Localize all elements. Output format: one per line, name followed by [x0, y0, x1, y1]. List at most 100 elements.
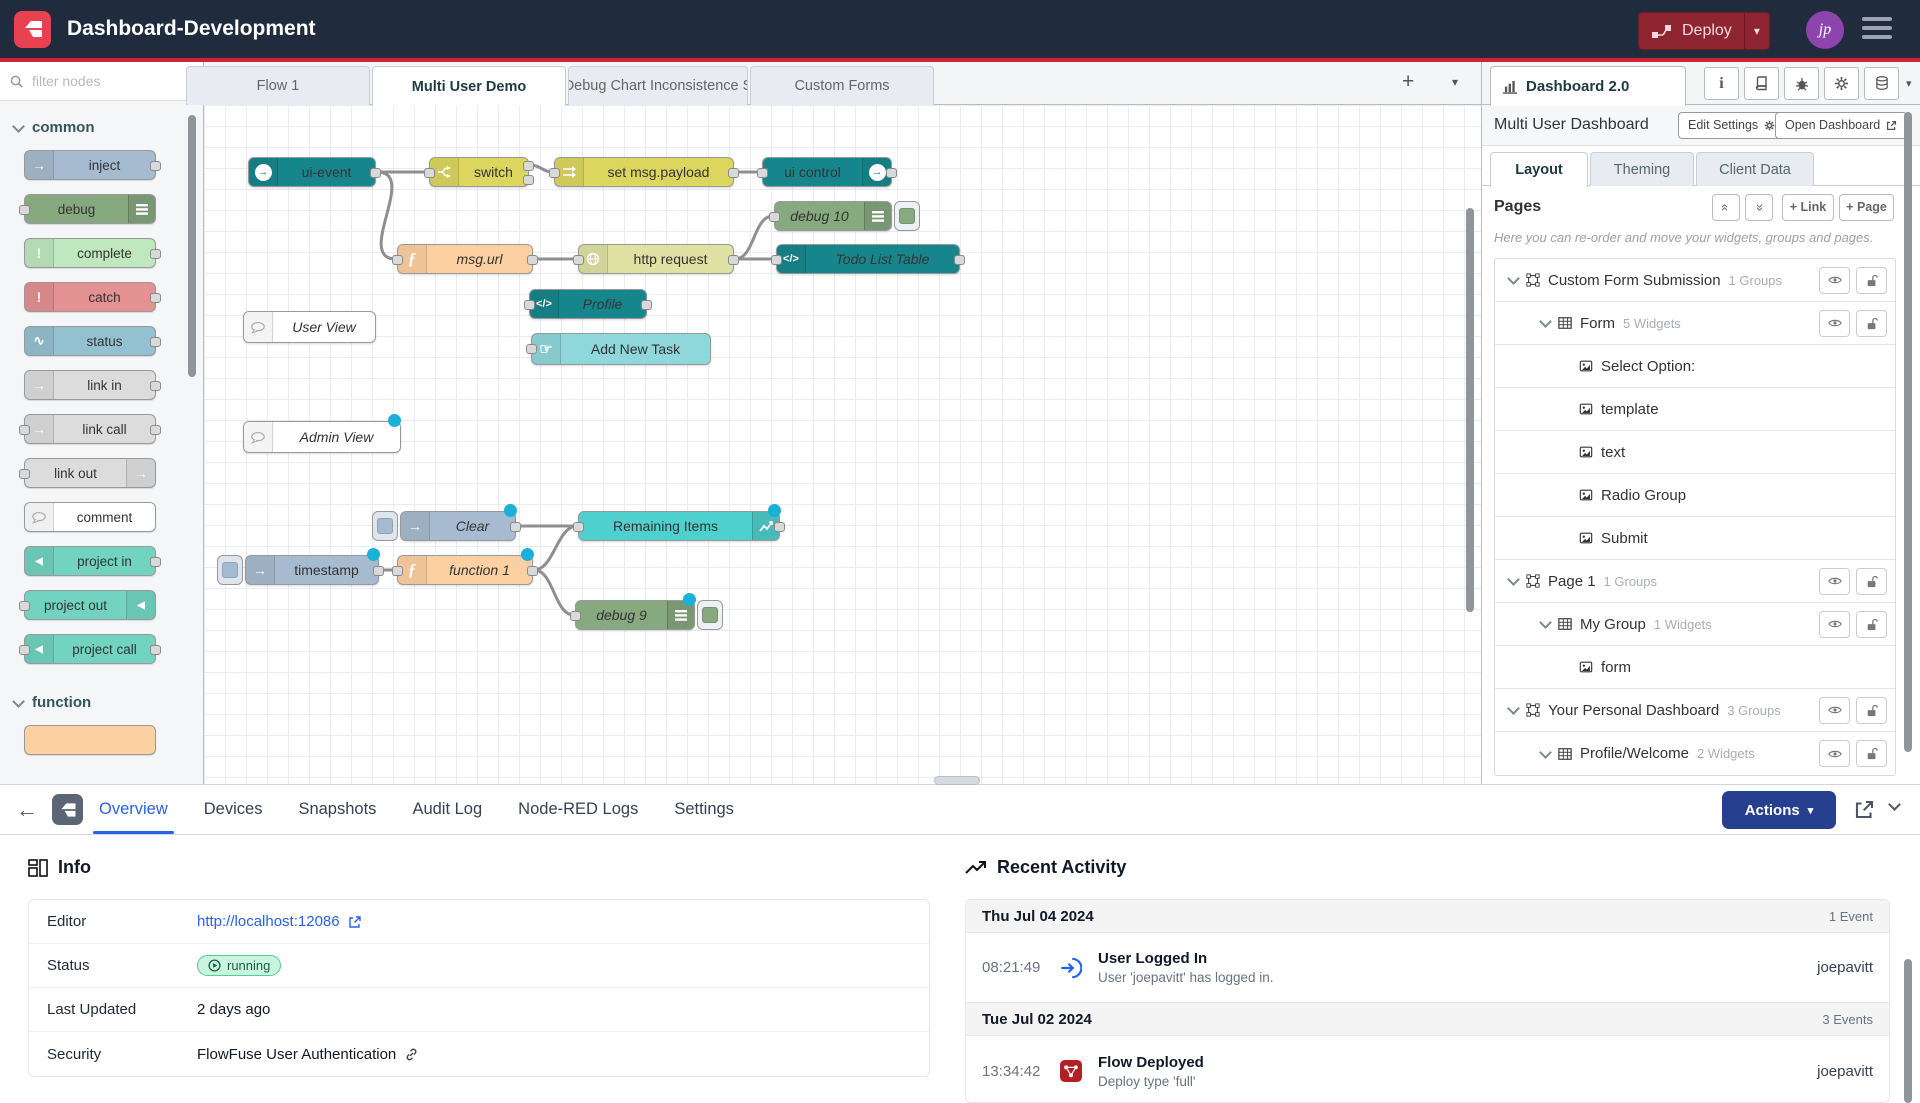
add-link-button[interactable]: + Link — [1782, 194, 1834, 221]
node-timestamp-inject[interactable]: → timestamp — [245, 555, 379, 585]
chevron-down-icon[interactable] — [1539, 746, 1552, 759]
chevron-down-icon[interactable] — [1539, 315, 1552, 328]
node-remaining-items-chart[interactable]: Remaining Items — [578, 511, 780, 541]
node-set-msg-payload[interactable]: set msg.payload — [554, 157, 734, 187]
palette-node-project-in[interactable]: ◀ project in — [24, 546, 156, 576]
palette-scrollbar[interactable] — [188, 115, 196, 377]
activity-event-row[interactable]: 08:21:49 User Logged In User 'joepavitt'… — [966, 933, 1889, 1003]
node-comment-admin-view[interactable]: Admin View — [243, 421, 401, 453]
lock-button[interactable] — [1856, 310, 1887, 337]
tree-row-widget[interactable]: template — [1495, 388, 1895, 431]
flowfuse-logo-icon[interactable] — [14, 11, 51, 48]
tree-row-widget[interactable]: text — [1495, 431, 1895, 474]
expand-all-button[interactable]: « — [1745, 194, 1773, 221]
context-data-button[interactable] — [1864, 67, 1899, 100]
tree-row-page[interactable]: Page 11 Groups — [1495, 560, 1895, 603]
node-debug-10[interactable]: debug 10 — [774, 201, 892, 231]
tab-client-data[interactable]: Client Data — [1696, 152, 1814, 186]
tab-snapshots[interactable]: Snapshots — [298, 785, 376, 834]
palette-node-partial[interactable] — [24, 725, 156, 755]
visibility-button[interactable] — [1819, 310, 1850, 337]
tree-row-group[interactable]: Profile/Welcome2 Widgets — [1495, 732, 1895, 775]
node-clear-inject[interactable]: → Clear — [400, 511, 516, 541]
tab-dashboard-2[interactable]: Dashboard 2.0 — [1490, 66, 1686, 106]
palette-node-project-out[interactable]: project out ◀ — [24, 590, 156, 620]
node-function-1[interactable]: ƒ function 1 — [397, 555, 533, 585]
search-input[interactable] — [30, 72, 174, 90]
back-button[interactable]: ← — [16, 797, 38, 823]
node-add-new-task-button[interactable]: ☞ Add New Task — [531, 333, 711, 365]
visibility-button[interactable] — [1819, 697, 1850, 724]
debug-toggle-button[interactable] — [697, 600, 723, 630]
tree-row-widget[interactable]: Submit — [1495, 517, 1895, 560]
tree-row-widget[interactable]: Radio Group — [1495, 474, 1895, 517]
palette-node-status[interactable]: ∿ status — [24, 326, 156, 356]
config-gear-button[interactable] — [1824, 67, 1859, 100]
collapse-all-button[interactable]: « — [1712, 194, 1740, 221]
visibility-button[interactable] — [1819, 568, 1850, 595]
palette-node-link-in[interactable]: → link in — [24, 370, 156, 400]
tree-row-page[interactable]: Your Personal Dashboard3 Groups — [1495, 689, 1895, 732]
lock-button[interactable] — [1856, 697, 1887, 724]
bottom-scrollbar[interactable] — [1904, 959, 1912, 1103]
palette-node-comment[interactable]: comment — [24, 502, 156, 532]
tab-node-red-logs[interactable]: Node-RED Logs — [518, 785, 638, 834]
edit-settings-button[interactable]: Edit Settings — [1678, 112, 1785, 139]
chevron-down-icon[interactable] — [1507, 573, 1520, 586]
node-ui-control[interactable]: ui control → — [762, 157, 892, 187]
inject-button[interactable] — [372, 511, 398, 541]
sidebar-scrollbar[interactable] — [1904, 112, 1912, 752]
deploy-button[interactable]: Deploy ▾ — [1638, 12, 1770, 50]
tab-custom-forms[interactable]: Custom Forms — [750, 66, 934, 105]
palette-node-inject[interactable]: → inject — [24, 150, 156, 180]
tree-row-page[interactable]: Custom Form Submission1 Groups — [1495, 259, 1895, 302]
help-book-button[interactable] — [1744, 67, 1779, 100]
node-debug-9[interactable]: debug 9 — [575, 600, 695, 630]
tab-theming[interactable]: Theming — [1590, 152, 1694, 186]
lock-button[interactable] — [1856, 611, 1887, 638]
node-todo-list-table[interactable]: </> Todo List Table — [776, 244, 960, 274]
palette-node-complete[interactable]: ! complete — [24, 238, 156, 268]
node-profile[interactable]: </> Profile — [529, 289, 647, 319]
palette-node-project-call[interactable]: ◀ project call — [24, 634, 156, 664]
open-dashboard-button[interactable]: Open Dashboard — [1775, 112, 1907, 139]
chevron-down-icon[interactable] — [1507, 702, 1520, 715]
user-avatar[interactable]: jp — [1806, 11, 1844, 49]
tree-row-widget[interactable]: Select Option: — [1495, 345, 1895, 388]
info-tab-button[interactable]: i — [1704, 67, 1739, 100]
palette-section-common[interactable]: common — [14, 119, 203, 136]
palette-node-debug[interactable]: debug — [24, 194, 156, 224]
deploy-options-caret[interactable]: ▾ — [1744, 13, 1769, 49]
open-editor-icon[interactable] — [1854, 799, 1875, 820]
palette-node-link-call[interactable]: → link call — [24, 414, 156, 444]
panel-resize-handle[interactable] — [934, 776, 980, 785]
palette-node-catch[interactable]: ! catch — [24, 282, 156, 312]
visibility-button[interactable] — [1819, 740, 1850, 767]
tree-row-group[interactable]: My Group1 Widgets — [1495, 603, 1895, 646]
tree-row-group[interactable]: Form5 Widgets — [1495, 302, 1895, 345]
external-link-icon[interactable] — [348, 915, 362, 929]
debug-tab-button[interactable] — [1784, 67, 1819, 100]
debug-toggle-button[interactable] — [894, 201, 920, 231]
main-menu-icon[interactable] — [1862, 17, 1892, 44]
chain-link-icon[interactable] — [404, 1047, 419, 1062]
activity-event-row[interactable]: 13:34:42 Flow Deployed Deploy type 'full… — [966, 1036, 1889, 1103]
node-msg-url[interactable]: ƒ msg.url — [397, 244, 533, 274]
node-ui-event[interactable]: → ui-event — [248, 157, 376, 187]
tab-devices[interactable]: Devices — [204, 785, 263, 834]
palette-node-link-out[interactable]: link out → — [24, 458, 156, 488]
palette-section-function[interactable]: function — [14, 694, 203, 711]
tree-row-widget[interactable]: form — [1495, 646, 1895, 689]
tab-overview[interactable]: Overview — [99, 785, 168, 834]
lock-button[interactable] — [1856, 267, 1887, 294]
canvas-scrollbar[interactable] — [1466, 208, 1474, 612]
visibility-button[interactable] — [1819, 267, 1850, 294]
palette-search[interactable] — [0, 62, 203, 101]
tab-debug-chart[interactable]: Debug Chart Inconsistence S — [568, 66, 748, 105]
inject-button[interactable] — [217, 555, 243, 585]
flow-list-caret[interactable]: ▾ — [1452, 75, 1458, 89]
tab-flow-1[interactable]: Flow 1 — [186, 66, 370, 105]
lock-button[interactable] — [1856, 568, 1887, 595]
chevron-down-icon[interactable] — [1539, 616, 1552, 629]
collapse-panel-icon[interactable] — [1888, 798, 1901, 811]
